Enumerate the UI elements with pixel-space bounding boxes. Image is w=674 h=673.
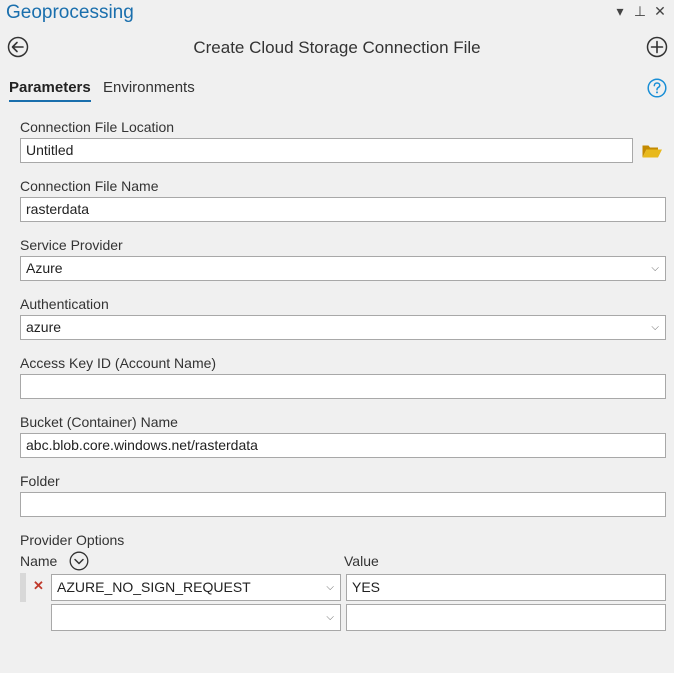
service-provider-label: Service Provider — [20, 237, 123, 253]
delete-row-icon[interactable]: ✕ — [33, 578, 44, 594]
chevron-circle-down-icon — [69, 551, 89, 571]
add-to-model-button[interactable] — [646, 36, 668, 58]
collapse-button[interactable] — [69, 551, 89, 571]
option-value-input-empty[interactable] — [346, 604, 666, 631]
browse-button[interactable] — [641, 141, 663, 161]
row-handle[interactable] — [20, 573, 26, 602]
connection-file-name-input[interactable]: rasterdata — [20, 197, 666, 222]
bucket-name-input[interactable]: abc.blob.core.windows.net/rasterdata — [20, 433, 666, 458]
geoprocessing-pane: Geoprocessing ▾ ⊥ ✕ Create Cloud Storage… — [0, 0, 674, 673]
help-button[interactable] — [647, 78, 667, 98]
chevron-down-icon: ⌵ — [651, 263, 659, 274]
option-name-dropdown[interactable]: AZURE_NO_SIGN_REQUEST ⌵ — [51, 574, 341, 601]
service-provider-dropdown[interactable]: Azure ⌵ — [20, 256, 666, 281]
access-key-id-input[interactable] — [20, 374, 666, 399]
tab-environments[interactable]: Environments — [103, 79, 195, 96]
connection-file-name-label: Connection File Name — [20, 178, 159, 194]
plus-circle-icon — [646, 36, 668, 58]
option-name-value: AZURE_NO_SIGN_REQUEST — [57, 579, 251, 595]
tool-title: Create Cloud Storage Connection File — [193, 38, 481, 57]
pin-icon[interactable]: ⊥ — [632, 3, 648, 20]
pane-menu-icon[interactable]: ▾ — [612, 3, 628, 20]
pane-titlebar: Geoprocessing ▾ ⊥ ✕ — [0, 0, 674, 28]
folder-label: Folder — [20, 473, 60, 489]
close-icon[interactable]: ✕ — [652, 3, 668, 20]
value-column-header: Value — [344, 553, 379, 569]
authentication-value: azure — [26, 319, 62, 335]
provider-options-label: Provider Options — [20, 532, 125, 548]
access-key-id-label: Access Key ID (Account Name) — [20, 355, 217, 371]
connection-file-location-input[interactable]: Untitled — [20, 138, 633, 163]
help-icon — [647, 78, 667, 98]
tab-parameters[interactable]: Parameters — [9, 79, 91, 102]
option-value-input[interactable]: YES — [346, 574, 666, 601]
authentication-dropdown[interactable]: azure ⌵ — [20, 315, 666, 340]
bucket-name-label: Bucket (Container) Name — [20, 414, 178, 430]
pane-title: Geoprocessing — [6, 2, 134, 23]
name-column-header: Name — [20, 553, 58, 569]
chevron-down-icon: ⌵ — [651, 322, 659, 333]
connection-file-location-label: Connection File Location — [20, 119, 175, 135]
service-provider-value: Azure — [26, 260, 63, 276]
chevron-down-icon: ⌵ — [326, 612, 334, 623]
chevron-down-icon: ⌵ — [326, 582, 334, 593]
folder-input[interactable] — [20, 492, 666, 517]
authentication-label: Authentication — [20, 296, 109, 312]
option-name-dropdown-empty[interactable]: ⌵ — [51, 604, 341, 631]
folder-open-icon — [642, 145, 662, 158]
